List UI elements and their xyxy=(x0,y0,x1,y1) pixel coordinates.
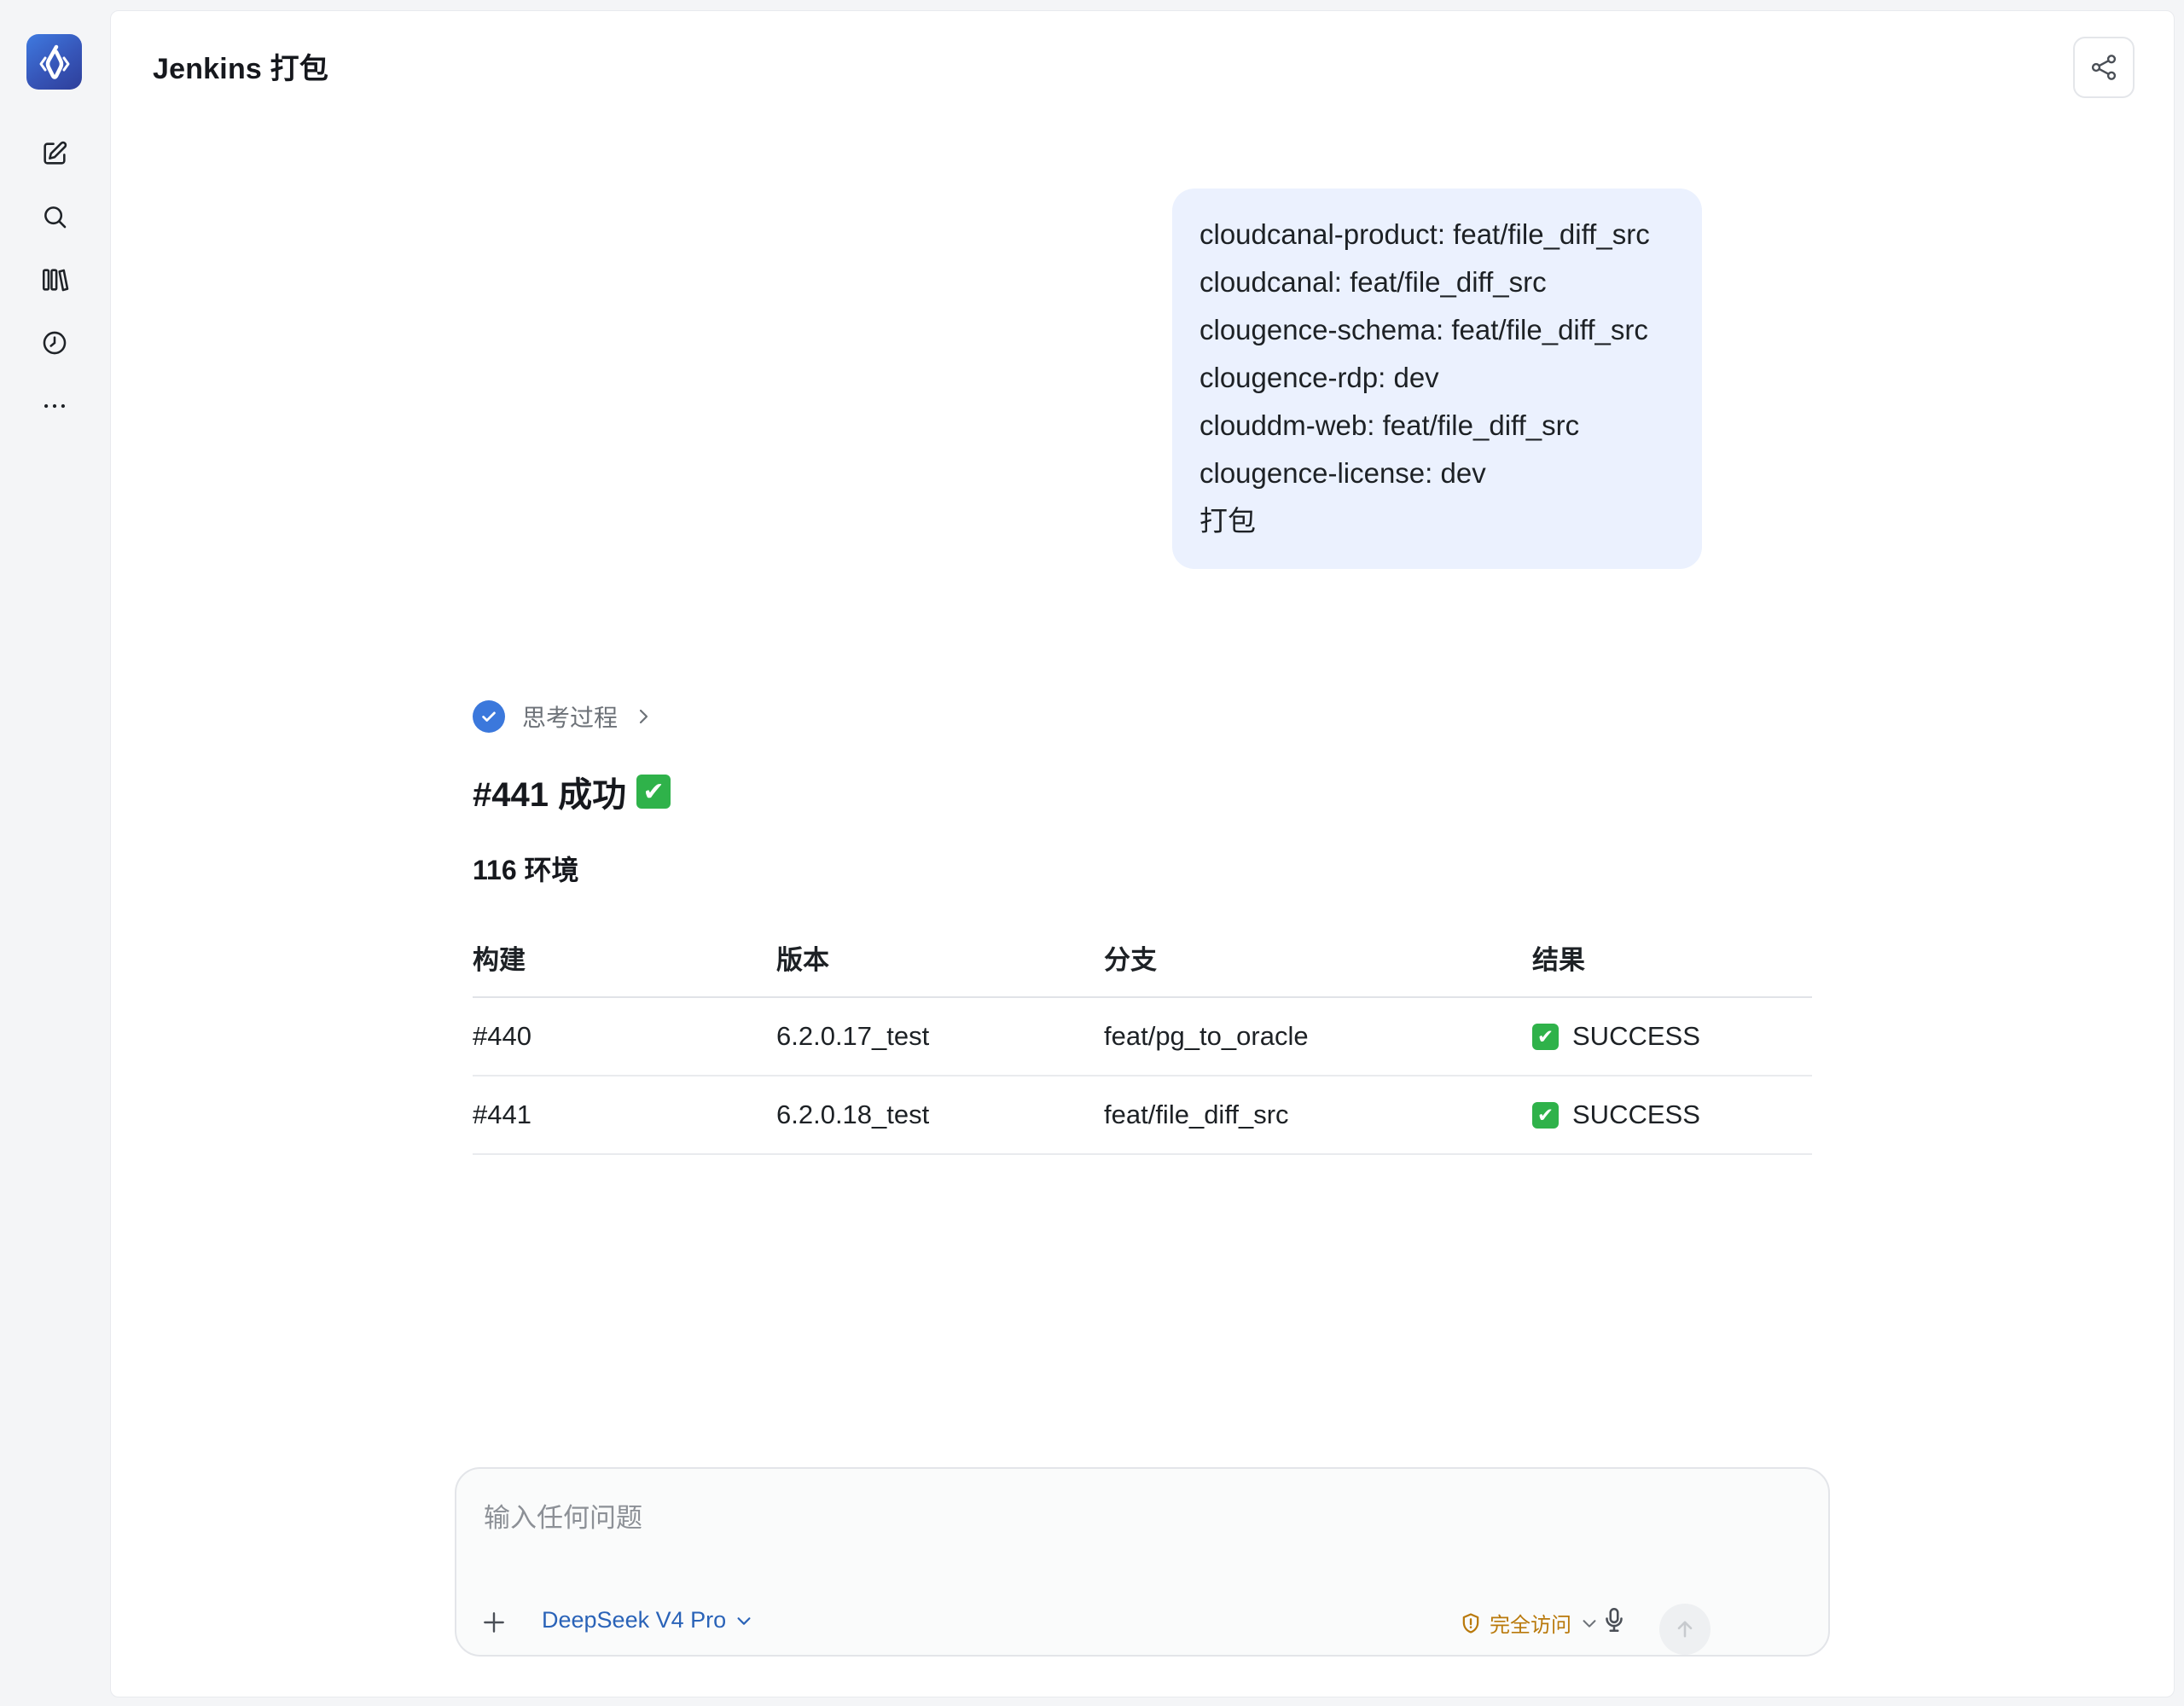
check-mark-icon: ✔ xyxy=(636,775,671,809)
app-logo-glyph xyxy=(39,44,69,79)
user-message-line: cloudcanal: feat/file_diff_src xyxy=(1199,266,1547,298)
cell-result: ✔ SUCCESS xyxy=(1532,1076,1812,1155)
check-mark-icon: ✔ xyxy=(1532,1023,1559,1050)
column-header-branch: 分支 xyxy=(1104,919,1532,998)
column-header-result: 结果 xyxy=(1532,919,1812,998)
thinking-process-toggle[interactable]: 思考过程 xyxy=(473,699,653,734)
cell-build: #441 xyxy=(473,1076,776,1155)
env-heading: 116 环境 xyxy=(473,855,579,885)
user-message-line: clougence-license: dev xyxy=(1199,457,1486,489)
model-selector[interactable]: DeepSeek V4 Pro xyxy=(542,1607,753,1633)
user-message-bubble: cloudcanal-product: feat/file_diff_src c… xyxy=(1172,189,1702,569)
user-message-line: clougence-schema: feat/file_diff_src xyxy=(1199,314,1648,345)
arrow-up-icon xyxy=(1677,1621,1693,1638)
voice-input-button[interactable] xyxy=(1594,1600,1634,1639)
send-button[interactable] xyxy=(1659,1604,1711,1655)
user-message-line: cloudcanal-product: feat/file_diff_src xyxy=(1199,218,1650,250)
library-icon xyxy=(42,269,69,292)
left-rail xyxy=(0,0,110,1706)
search-icon xyxy=(44,206,67,229)
result-text: SUCCESS xyxy=(1572,1021,1700,1051)
answer-title: #441 成功 ✔ xyxy=(473,767,671,816)
chevron-right-icon xyxy=(639,709,648,724)
share-button[interactable] xyxy=(2073,37,2135,98)
column-header-version: 版本 xyxy=(776,919,1104,998)
access-label: 完全访问 xyxy=(1490,1614,1571,1637)
message-composer: DeepSeek V4 Pro 完全访问 xyxy=(455,1467,1830,1657)
microphone-icon xyxy=(1606,1607,1623,1633)
cell-build: #440 xyxy=(473,997,776,1076)
app-logo-icon[interactable] xyxy=(26,34,82,90)
cell-branch: feat/file_diff_src xyxy=(1104,1076,1532,1155)
chevron-down-icon xyxy=(737,1616,751,1625)
answer-title-text: #441 成功 xyxy=(473,776,627,814)
clock-icon xyxy=(43,331,67,355)
thinking-label: 思考过程 xyxy=(522,705,619,731)
user-message-line: 打包 xyxy=(1199,505,1256,537)
table-row: #441 6.2.0.18_test feat/file_diff_src ✔ … xyxy=(473,1076,1812,1155)
chat-panel: Jenkins 打包 cloudcanal-product: feat/file… xyxy=(110,10,2175,1697)
attach-button[interactable] xyxy=(477,1605,511,1639)
page-title: Jenkins 打包 xyxy=(153,53,329,85)
more-icon xyxy=(44,403,66,409)
plus-icon xyxy=(484,1612,504,1633)
check-circle-icon xyxy=(473,700,505,733)
cell-version: 6.2.0.17_test xyxy=(776,997,1104,1076)
build-table: 构建 版本 分支 结果 #440 6.2.0.17_test feat/pg_t… xyxy=(473,919,1812,1155)
history-button[interactable] xyxy=(34,322,75,363)
cell-branch: feat/pg_to_oracle xyxy=(1104,997,1532,1076)
check-mark-icon: ✔ xyxy=(1532,1101,1559,1129)
search-button[interactable] xyxy=(34,196,75,237)
user-message-line: clouddm-web: feat/file_diff_src xyxy=(1199,409,1580,441)
shield-icon xyxy=(1462,1612,1479,1633)
column-header-build: 构建 xyxy=(473,919,776,998)
table-header-row: 构建 版本 分支 结果 xyxy=(473,919,1812,998)
cell-version: 6.2.0.18_test xyxy=(776,1076,1104,1155)
edit-icon xyxy=(44,141,67,165)
library-button[interactable] xyxy=(34,259,75,300)
user-message-line: clougence-rdp: dev xyxy=(1199,362,1439,393)
new-chat-button[interactable] xyxy=(34,133,75,174)
access-selector[interactable]: 完全访问 xyxy=(1459,1608,1599,1638)
share-icon xyxy=(2091,55,2117,80)
message-input[interactable] xyxy=(482,1500,1796,1537)
result-text: SUCCESS xyxy=(1572,1100,1700,1129)
more-button[interactable] xyxy=(34,386,75,426)
table-row: #440 6.2.0.17_test feat/pg_to_oracle ✔ S… xyxy=(473,997,1812,1076)
cell-result: ✔ SUCCESS xyxy=(1532,997,1812,1076)
model-label: DeepSeek V4 Pro xyxy=(542,1607,727,1633)
